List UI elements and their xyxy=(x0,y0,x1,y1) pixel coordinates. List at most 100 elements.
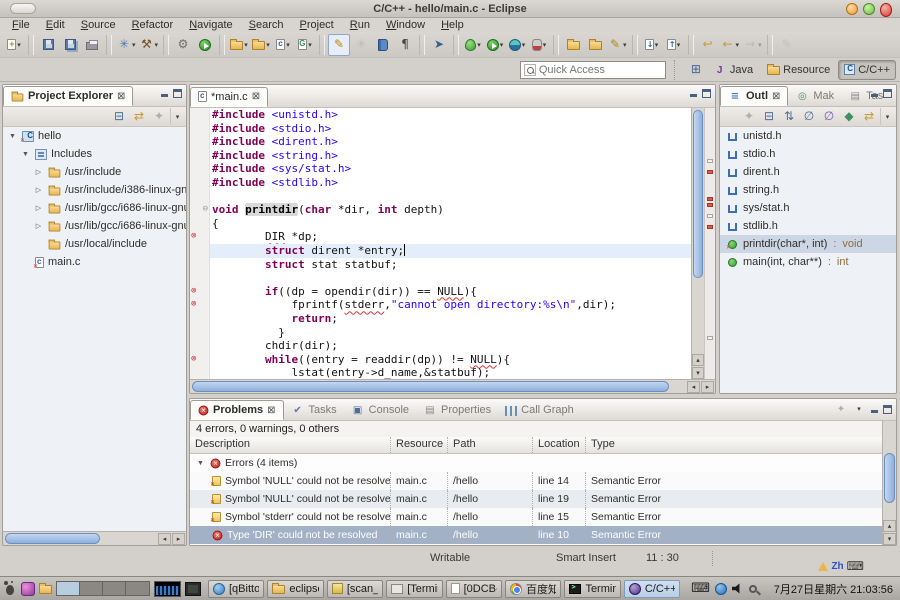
outline-item-unistd-h[interactable]: unistd.h xyxy=(720,127,896,145)
toolbar-show-whitespace[interactable]: ¶ xyxy=(394,34,416,56)
column-header-description[interactable]: Description xyxy=(190,437,390,453)
menu-window[interactable]: Window xyxy=(378,19,433,31)
expander-icon[interactable]: ▷ xyxy=(33,168,44,176)
search-tool-icon[interactable] xyxy=(749,585,757,593)
view-menu-icon[interactable]: ▾ xyxy=(170,108,184,125)
code-line[interactable]: ⊖void printdir(char *dir, int depth) xyxy=(190,203,691,217)
dropdown-arrow-icon[interactable]: ▾ xyxy=(736,41,740,49)
error-annotation-mark[interactable] xyxy=(707,197,713,201)
code-line[interactable]: #include <stdlib.h> xyxy=(190,176,691,190)
task-terminal[interactable]: [Terminal] xyxy=(386,580,442,598)
close-icon[interactable]: ⊠ xyxy=(772,91,780,102)
outline-item-stdio-h[interactable]: stdio.h xyxy=(720,145,896,163)
dropdown-arrow-icon[interactable]: ▾ xyxy=(266,41,270,49)
code-line[interactable]: chdir(dir); xyxy=(190,339,691,353)
applications-menu-icon[interactable] xyxy=(3,581,17,596)
toolbar-last-edit-location[interactable]: ↩ xyxy=(697,34,719,56)
outline-item-printdir-char-int[interactable]: printdir(char*, int) : void xyxy=(720,235,896,253)
tab-main-c[interactable]: *main.c ⊠ xyxy=(190,87,268,107)
dropdown-arrow-icon[interactable]: ▾ xyxy=(522,41,526,49)
menu-refactor[interactable]: Refactor xyxy=(124,19,182,31)
scroll-right-icon[interactable]: ▸ xyxy=(172,533,185,545)
code-line[interactable]: struct dirent *entry; xyxy=(190,244,691,258)
maximize-view-icon[interactable] xyxy=(883,89,892,98)
toolbar-release-build[interactable]: ⚙ xyxy=(172,34,194,56)
tree-item-usr-lib-gcc-i686-linux-gnu-4-7[interactable]: ▷/usr/lib/gcc/i686-linux-gnu/4.7/ xyxy=(3,199,186,217)
scroll-down-icon[interactable]: ▾ xyxy=(883,533,896,545)
outline-tool-collapse-all[interactable]: ⊟ xyxy=(760,108,778,125)
outline-tool-hide-fields[interactable]: ∅ xyxy=(800,108,818,125)
menu-help[interactable]: Help xyxy=(433,19,472,31)
outline-tool-sort[interactable]: ⇅ xyxy=(780,108,798,125)
task-0dcb-0[interactable]: [0DCB-0... xyxy=(446,580,502,598)
error-annotation-mark[interactable] xyxy=(707,170,713,174)
dropdown-arrow-icon[interactable]: ▾ xyxy=(543,41,547,49)
minimize-view-icon[interactable] xyxy=(689,89,698,98)
explorer-tool-link-with-editor[interactable]: ⇄ xyxy=(130,108,148,125)
outline-tab-outl[interactable]: ≡Outl⊠ xyxy=(720,86,788,106)
focus-icon[interactable]: ✦ xyxy=(834,403,848,416)
scroll-down-icon[interactable]: ▾ xyxy=(692,367,704,379)
problems-tab-console[interactable]: ▣Console xyxy=(344,400,416,420)
workspace-1[interactable] xyxy=(57,582,80,595)
close-icon[interactable]: ⊠ xyxy=(117,91,125,102)
editor-vscrollbar[interactable]: ▴ ▾ xyxy=(691,108,704,379)
dropdown-arrow-icon[interactable]: ▾ xyxy=(286,41,290,49)
dropdown-arrow-icon[interactable]: ▾ xyxy=(677,41,681,49)
menu-search[interactable]: Search xyxy=(241,19,292,31)
task-qbittorr[interactable]: [qBittorr... xyxy=(208,580,264,598)
task-c-c[interactable]: C/C++ - ... xyxy=(624,580,680,598)
dropdown-arrow-icon[interactable]: ▾ xyxy=(155,41,159,49)
dropdown-arrow-icon[interactable]: ▾ xyxy=(655,41,659,49)
dropdown-arrow-icon[interactable]: ▾ xyxy=(500,41,504,49)
menu-run[interactable]: Run xyxy=(342,19,378,31)
problems-tab-problems[interactable]: Problems⊠ xyxy=(190,400,284,420)
expander-icon[interactable]: ▼ xyxy=(195,460,206,467)
outline-item-sys-stat-h[interactable]: sys/stat.h xyxy=(720,199,896,217)
task-eclipse[interactable]: eclipse xyxy=(267,580,323,598)
scrollbar-thumb[interactable] xyxy=(5,533,100,544)
problem-row[interactable]: Symbol 'NULL' could not be resolvedmain.… xyxy=(190,472,882,490)
perspective-java[interactable]: Java xyxy=(711,60,759,80)
tree-item-usr-lib-gcc-i686-linux-gnu-4-7[interactable]: ▷/usr/lib/gcc/i686-linux-gnu/4.7/ xyxy=(3,217,186,235)
outline-tool-focus[interactable]: ✦ xyxy=(740,108,758,125)
minimize-button[interactable] xyxy=(846,3,858,15)
menu-edit[interactable]: Edit xyxy=(38,19,73,31)
column-header-location[interactable]: Location xyxy=(532,437,585,453)
code-line[interactable] xyxy=(190,190,691,204)
code-line[interactable]: #include <string.h> xyxy=(190,149,691,163)
scroll-up-icon[interactable]: ▴ xyxy=(692,354,704,366)
tray-app-icon[interactable] xyxy=(715,583,727,595)
toolbar-build-all[interactable]: ✳▾ xyxy=(115,34,138,56)
quick-access[interactable] xyxy=(520,61,666,79)
tree-item-usr-local-include[interactable]: /usr/local/include xyxy=(3,235,186,253)
media-app-icon[interactable] xyxy=(21,582,35,596)
code-line[interactable]: { xyxy=(190,217,691,231)
view-menu-icon[interactable]: ▾ xyxy=(852,403,866,416)
toolbar-new-class[interactable]: ▾ xyxy=(294,34,316,56)
toolbar-pointer-mode[interactable]: ➤ xyxy=(428,34,450,56)
expander-icon[interactable]: ▷ xyxy=(33,186,44,194)
expander-icon[interactable]: ▷ xyxy=(33,222,44,230)
dropdown-arrow-icon[interactable]: ▾ xyxy=(132,41,136,49)
code-line[interactable]: lstat(entry->d_name,&statbuf); xyxy=(190,366,691,379)
toolbar-mark-occurrences[interactable]: ✎ xyxy=(328,34,350,56)
dropdown-arrow-icon[interactable]: ▾ xyxy=(244,41,248,49)
editor-hscrollbar[interactable]: ◂ ▸ xyxy=(190,379,715,393)
code-line[interactable]: #include <unistd.h> xyxy=(190,108,691,122)
tree-item-usr-include-i386-linux-gnu[interactable]: ▷/usr/include/i386-linux-gnu xyxy=(3,181,186,199)
error-annotation-mark[interactable] xyxy=(707,336,713,340)
task-scan-d[interactable]: [scan_D... xyxy=(327,580,383,598)
toolbar-debug[interactable]: ▾ xyxy=(462,34,484,56)
tree-item-hello[interactable]: ▼hello xyxy=(3,127,186,145)
minimize-view-icon[interactable] xyxy=(870,405,879,414)
explorer-hscrollbar[interactable]: ◂ ▸ xyxy=(3,531,186,545)
workspace-4[interactable] xyxy=(126,582,149,595)
code-line[interactable]: #include <dirent.h> xyxy=(190,135,691,149)
menu-file[interactable]: File xyxy=(4,19,38,31)
problems-vscrollbar[interactable]: ▴ ▾ xyxy=(882,421,896,545)
scroll-left-icon[interactable]: ◂ xyxy=(158,533,171,545)
dropdown-arrow-icon[interactable]: ▾ xyxy=(308,41,312,49)
outline-item-dirent-h[interactable]: dirent.h xyxy=(720,163,896,181)
perspective-resource[interactable]: Resource xyxy=(761,60,836,80)
